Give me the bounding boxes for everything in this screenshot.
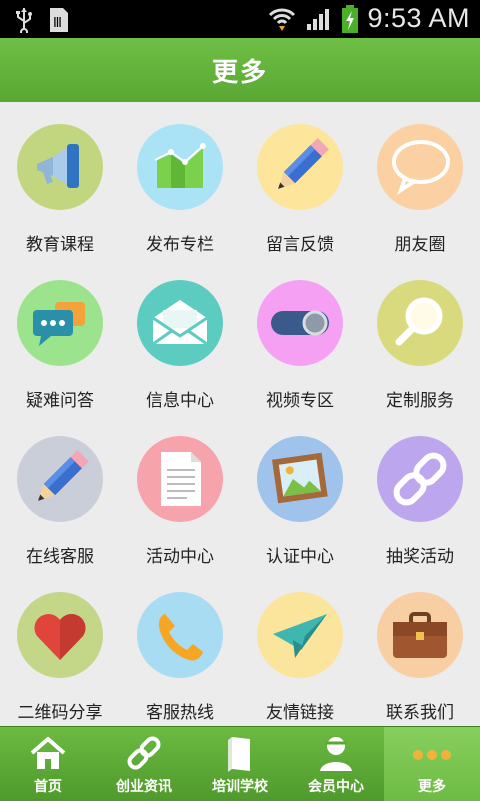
grid-item-custom-service[interactable]: 定制服务 bbox=[360, 260, 480, 411]
grid-item-label: 友情链接 bbox=[266, 703, 334, 723]
book-icon bbox=[228, 737, 250, 772]
svg-text:Ⅲ: Ⅲ bbox=[53, 16, 62, 31]
more-dots-icon bbox=[413, 750, 451, 760]
speech-bubble-icon bbox=[377, 124, 463, 210]
grid-item-lottery[interactable]: 抽奖活动 bbox=[360, 416, 480, 567]
grid-item-label: 视频专区 bbox=[266, 391, 334, 411]
tab-label: 会员中心 bbox=[308, 779, 364, 795]
tab-member-center[interactable]: 会员中心 bbox=[288, 727, 384, 801]
feature-grid: 教育课程 发布专栏 留言反馈 朋友圈 疑难问答 信息中心 视频专区 定制服务 在… bbox=[0, 104, 480, 726]
grid-item-education-courses[interactable]: 教育课程 bbox=[0, 104, 120, 255]
tab-startup-news[interactable]: 创业资讯 bbox=[96, 727, 192, 801]
home-icon bbox=[30, 737, 66, 769]
grid-item-contact-us[interactable]: 联系我们 bbox=[360, 572, 480, 723]
clock: 9:53 AM bbox=[367, 3, 470, 33]
status-bar: Ⅲ 9:53 AM bbox=[0, 0, 480, 38]
title-bar: 更多 bbox=[0, 38, 480, 102]
grid-item-moments[interactable]: 朋友圈 bbox=[360, 104, 480, 255]
tab-label: 创业资讯 bbox=[116, 779, 172, 795]
grid-item-label: 认证中心 bbox=[266, 547, 334, 567]
envelope-icon bbox=[137, 280, 223, 366]
grid-item-label: 朋友圈 bbox=[394, 235, 446, 255]
paper-plane-icon bbox=[257, 592, 343, 678]
tab-label: 更多 bbox=[418, 779, 446, 795]
grid-item-online-support[interactable]: 在线客服 bbox=[0, 416, 120, 567]
grid-item-certification-center[interactable]: 认证中心 bbox=[240, 416, 360, 567]
bottom-nav: 首页 创业资讯 培训学校 会员中心 更多 bbox=[0, 726, 480, 801]
tab-home[interactable]: 首页 bbox=[0, 727, 96, 801]
user-icon bbox=[320, 737, 352, 771]
grid-item-info-center[interactable]: 信息中心 bbox=[120, 260, 240, 411]
grid-item-label: 留言反馈 bbox=[266, 235, 334, 255]
usb-icon bbox=[16, 8, 32, 33]
wifi-icon bbox=[269, 8, 296, 31]
grid-item-label: 二维码分享 bbox=[17, 703, 103, 723]
heart-icon bbox=[17, 592, 103, 678]
grid-item-friendly-links[interactable]: 友情链接 bbox=[240, 572, 360, 723]
link-icon bbox=[127, 736, 161, 770]
pencil-icon bbox=[17, 436, 103, 522]
signal-icon bbox=[307, 8, 330, 30]
tab-more[interactable]: 更多 bbox=[384, 727, 480, 801]
grid-item-service-hotline[interactable]: 客服热线 bbox=[120, 572, 240, 723]
grid-item-message-feedback[interactable]: 留言反馈 bbox=[240, 104, 360, 255]
tab-training-school[interactable]: 培训学校 bbox=[192, 727, 288, 801]
grid-item-qr-share[interactable]: 二维码分享 bbox=[0, 572, 120, 723]
grid-item-video-zone[interactable]: 视频专区 bbox=[240, 260, 360, 411]
grid-item-label: 在线客服 bbox=[26, 547, 94, 567]
grid-item-label: 发布专栏 bbox=[146, 235, 214, 255]
chart-icon bbox=[137, 124, 223, 210]
grid-item-publish-column[interactable]: 发布专栏 bbox=[120, 104, 240, 255]
battery-icon bbox=[342, 4, 359, 33]
pencil-icon bbox=[257, 124, 343, 210]
magnifier-icon bbox=[377, 280, 463, 366]
phone-icon bbox=[137, 592, 223, 678]
toggle-icon bbox=[257, 280, 343, 366]
sd-card-icon: Ⅲ bbox=[50, 8, 68, 32]
grid-item-qa[interactable]: 疑难问答 bbox=[0, 260, 120, 411]
grid-item-label: 定制服务 bbox=[386, 391, 454, 411]
document-icon bbox=[137, 436, 223, 522]
tab-label: 首页 bbox=[34, 779, 62, 795]
page-title: 更多 bbox=[211, 57, 268, 88]
briefcase-icon bbox=[377, 592, 463, 678]
grid-item-label: 活动中心 bbox=[146, 547, 214, 567]
grid-item-activity-center[interactable]: 活动中心 bbox=[120, 416, 240, 567]
grid-item-label: 疑难问答 bbox=[26, 391, 94, 411]
chat-icon bbox=[17, 280, 103, 366]
picture-icon bbox=[257, 436, 343, 522]
link-icon bbox=[377, 436, 463, 522]
grid-item-label: 客服热线 bbox=[146, 703, 214, 723]
grid-item-label: 信息中心 bbox=[146, 391, 214, 411]
megaphone-icon bbox=[17, 124, 103, 210]
grid-item-label: 联系我们 bbox=[386, 703, 454, 723]
tab-label: 培训学校 bbox=[212, 779, 268, 795]
grid-item-label: 抽奖活动 bbox=[386, 547, 454, 567]
grid-item-label: 教育课程 bbox=[26, 235, 94, 255]
